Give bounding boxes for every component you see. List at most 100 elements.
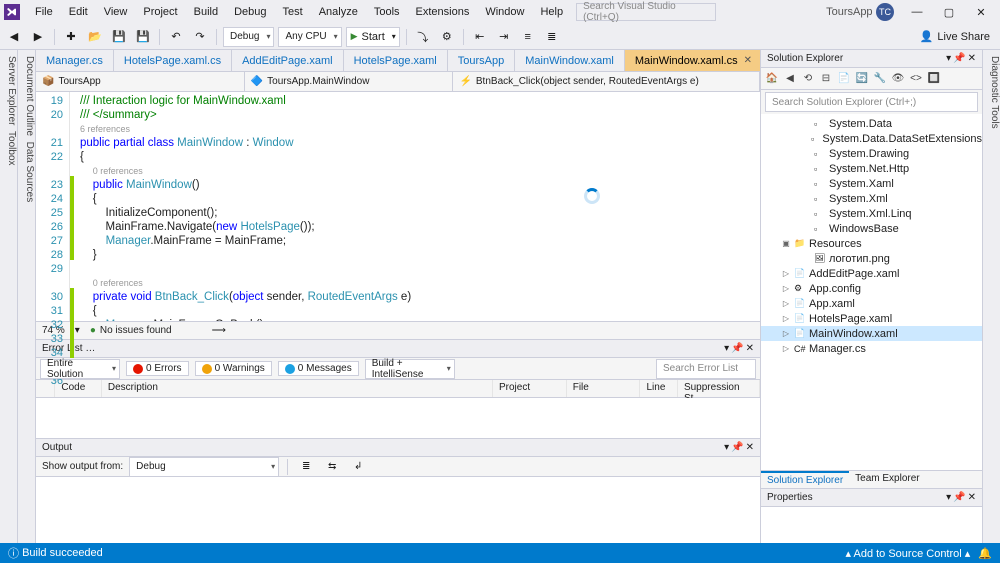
menu-test[interactable]: Test bbox=[276, 3, 310, 21]
properties-icon[interactable]: 🔧 bbox=[872, 71, 888, 87]
error-col[interactable]: Suppression St... bbox=[678, 380, 760, 397]
tree-item[interactable]: ▣📁Resources bbox=[761, 236, 982, 251]
solution-tree[interactable]: ▫System.Data▫System.Data.DataSetExtensio… bbox=[761, 114, 982, 470]
panel-dropdown-icon[interactable]: ▾ bbox=[946, 492, 951, 503]
menu-analyze[interactable]: Analyze bbox=[312, 3, 365, 21]
uncomment-icon[interactable]: ≣ bbox=[542, 27, 562, 47]
tab-solution-explorer[interactable]: Solution Explorer bbox=[761, 471, 849, 488]
tree-item[interactable]: ▫System.Net.Http bbox=[761, 161, 982, 176]
tree-item[interactable]: ▫System.Data bbox=[761, 116, 982, 131]
step-icon[interactable]: ⤵ bbox=[413, 27, 433, 47]
menu-debug[interactable]: Debug bbox=[227, 3, 273, 21]
doc-tab[interactable]: ToursApp bbox=[448, 50, 515, 71]
preview-icon[interactable]: 👁 bbox=[890, 71, 906, 87]
sync-icon[interactable]: ⟲ bbox=[800, 71, 816, 87]
error-search-input[interactable]: Search Error List bbox=[656, 359, 756, 379]
indent-right-icon[interactable]: ⇥ bbox=[494, 27, 514, 47]
build-filter-combo[interactable]: Build + IntelliSense bbox=[365, 359, 455, 379]
settings-icon[interactable]: ⚙ bbox=[437, 27, 457, 47]
doc-tab[interactable]: HotelsPage.xaml bbox=[344, 50, 448, 71]
nav-fwd-icon[interactable]: ▶ bbox=[28, 27, 48, 47]
panel-dropdown-icon[interactable]: ▾ bbox=[724, 442, 729, 453]
search-input[interactable]: Search Visual Studio (Ctrl+Q) bbox=[576, 3, 716, 21]
panel-close-icon[interactable]: ✕ bbox=[746, 343, 754, 354]
panel-pin-icon[interactable]: 📌 bbox=[953, 492, 965, 503]
tree-item[interactable]: ▷📄App.xaml bbox=[761, 296, 982, 311]
tree-item[interactable]: ▷C#Manager.cs bbox=[761, 341, 982, 356]
left-tool-rail-2[interactable]: Document Outline Data Sources bbox=[18, 50, 36, 543]
notifications-icon[interactable]: 🔔 bbox=[978, 547, 992, 560]
back-icon[interactable]: ◀ bbox=[782, 71, 798, 87]
panel-pin-icon[interactable]: 📌 bbox=[731, 343, 743, 354]
error-col[interactable]: Project bbox=[493, 380, 567, 397]
messages-filter[interactable]: 0 Messages bbox=[278, 361, 359, 376]
tree-item[interactable]: ▫System.Drawing bbox=[761, 146, 982, 161]
minimize-button[interactable]: — bbox=[902, 2, 932, 22]
menu-build[interactable]: Build bbox=[187, 3, 225, 21]
menu-help[interactable]: Help bbox=[533, 3, 570, 21]
errors-filter[interactable]: 0 Errors bbox=[126, 361, 189, 376]
start-button[interactable]: ▶ Start bbox=[346, 27, 400, 47]
show-all-icon[interactable]: 📄 bbox=[836, 71, 852, 87]
doc-tab[interactable]: HotelsPage.xaml.cs bbox=[114, 50, 232, 71]
error-scope-combo[interactable]: Entire Solution bbox=[40, 359, 120, 379]
tree-item[interactable]: ▫System.Xml bbox=[761, 191, 982, 206]
error-col[interactable]: File bbox=[567, 380, 641, 397]
tree-item[interactable]: 🖼логотип.png bbox=[761, 251, 982, 266]
menu-file[interactable]: File bbox=[28, 3, 60, 21]
panel-close-icon[interactable]: ✕ bbox=[968, 492, 976, 503]
panel-close-icon[interactable]: ✕ bbox=[746, 442, 754, 453]
nav-project-combo[interactable]: 📦 ToursApp bbox=[36, 72, 245, 91]
view-designer-icon[interactable]: 🔲 bbox=[926, 71, 942, 87]
undo-icon[interactable]: ↶ bbox=[166, 27, 186, 47]
menu-tools[interactable]: Tools bbox=[367, 3, 407, 21]
new-project-icon[interactable]: ✚ bbox=[61, 27, 81, 47]
output-from-combo[interactable]: Debug bbox=[129, 457, 279, 477]
nav-class-combo[interactable]: 🔷 ToursApp.MainWindow bbox=[245, 72, 454, 91]
solution-search-input[interactable]: Search Solution Explorer (Ctrl+;) bbox=[765, 92, 978, 112]
maximize-button[interactable]: ▢ bbox=[934, 2, 964, 22]
open-icon[interactable]: 📂 bbox=[85, 27, 105, 47]
close-button[interactable]: ✕ bbox=[966, 2, 996, 22]
menu-view[interactable]: View bbox=[97, 3, 135, 21]
doc-tab[interactable]: AddEditPage.xaml bbox=[232, 50, 344, 71]
redo-icon[interactable]: ↷ bbox=[190, 27, 210, 47]
close-tab-icon[interactable]: ✕ bbox=[744, 55, 752, 66]
panel-dropdown-icon[interactable]: ▾ bbox=[724, 343, 729, 354]
config-combo[interactable]: Debug bbox=[223, 27, 274, 47]
comment-icon[interactable]: ≡ bbox=[518, 27, 538, 47]
output-clear-icon[interactable]: ≣ bbox=[296, 457, 316, 477]
doc-tab[interactable]: Manager.cs bbox=[36, 50, 114, 71]
user-avatar[interactable]: ТС bbox=[876, 3, 894, 21]
refresh-icon[interactable]: 🔄 bbox=[854, 71, 870, 87]
save-all-icon[interactable]: 💾 bbox=[133, 27, 153, 47]
panel-dropdown-icon[interactable]: ▾ bbox=[946, 53, 951, 64]
error-col[interactable]: Line bbox=[640, 380, 677, 397]
collapse-icon[interactable]: ⊟ bbox=[818, 71, 834, 87]
panel-close-icon[interactable]: ✕ bbox=[968, 53, 976, 64]
warnings-filter[interactable]: 0 Warnings bbox=[195, 361, 272, 376]
tab-team-explorer[interactable]: Team Explorer bbox=[849, 471, 925, 488]
tree-item[interactable]: ▫System.Data.DataSetExtensions bbox=[761, 131, 982, 146]
tree-item[interactable]: ▷📄AddEditPage.xaml bbox=[761, 266, 982, 281]
tree-item[interactable]: ▷📄HotelsPage.xaml bbox=[761, 311, 982, 326]
tree-item[interactable]: ▫System.Xml.Linq bbox=[761, 206, 982, 221]
doc-tab[interactable]: MainWindow.xaml bbox=[515, 50, 625, 71]
doc-tab[interactable]: MainWindow.xaml.cs✕ bbox=[625, 50, 763, 71]
live-share-button[interactable]: 👤 Live Share bbox=[914, 30, 996, 43]
nav-member-combo[interactable]: ⚡ BtnBack_Click(object sender, RoutedEve… bbox=[453, 72, 760, 91]
right-tool-rail[interactable]: Diagnostic Tools bbox=[982, 50, 1000, 543]
nav-back-icon[interactable]: ◀ bbox=[4, 27, 24, 47]
output-toggle-icon[interactable]: ⇆ bbox=[322, 457, 342, 477]
code-area[interactable]: /// Interaction logic for MainWindow.xam… bbox=[74, 92, 760, 321]
tree-item[interactable]: ▷⚙App.config bbox=[761, 281, 982, 296]
save-icon[interactable]: 💾 bbox=[109, 27, 129, 47]
error-col[interactable]: Description bbox=[102, 380, 493, 397]
view-code-icon[interactable]: <> bbox=[908, 71, 924, 87]
panel-pin-icon[interactable]: 📌 bbox=[731, 442, 743, 453]
code-editor[interactable]: 192021222324252627282930313233343536 ///… bbox=[36, 92, 760, 321]
output-wrap-icon[interactable]: ↲ bbox=[348, 457, 368, 477]
tree-item[interactable]: ▷📄MainWindow.xaml bbox=[761, 326, 982, 341]
panel-pin-icon[interactable]: 📌 bbox=[953, 53, 965, 64]
issues-status[interactable]: No issues found bbox=[90, 325, 172, 336]
